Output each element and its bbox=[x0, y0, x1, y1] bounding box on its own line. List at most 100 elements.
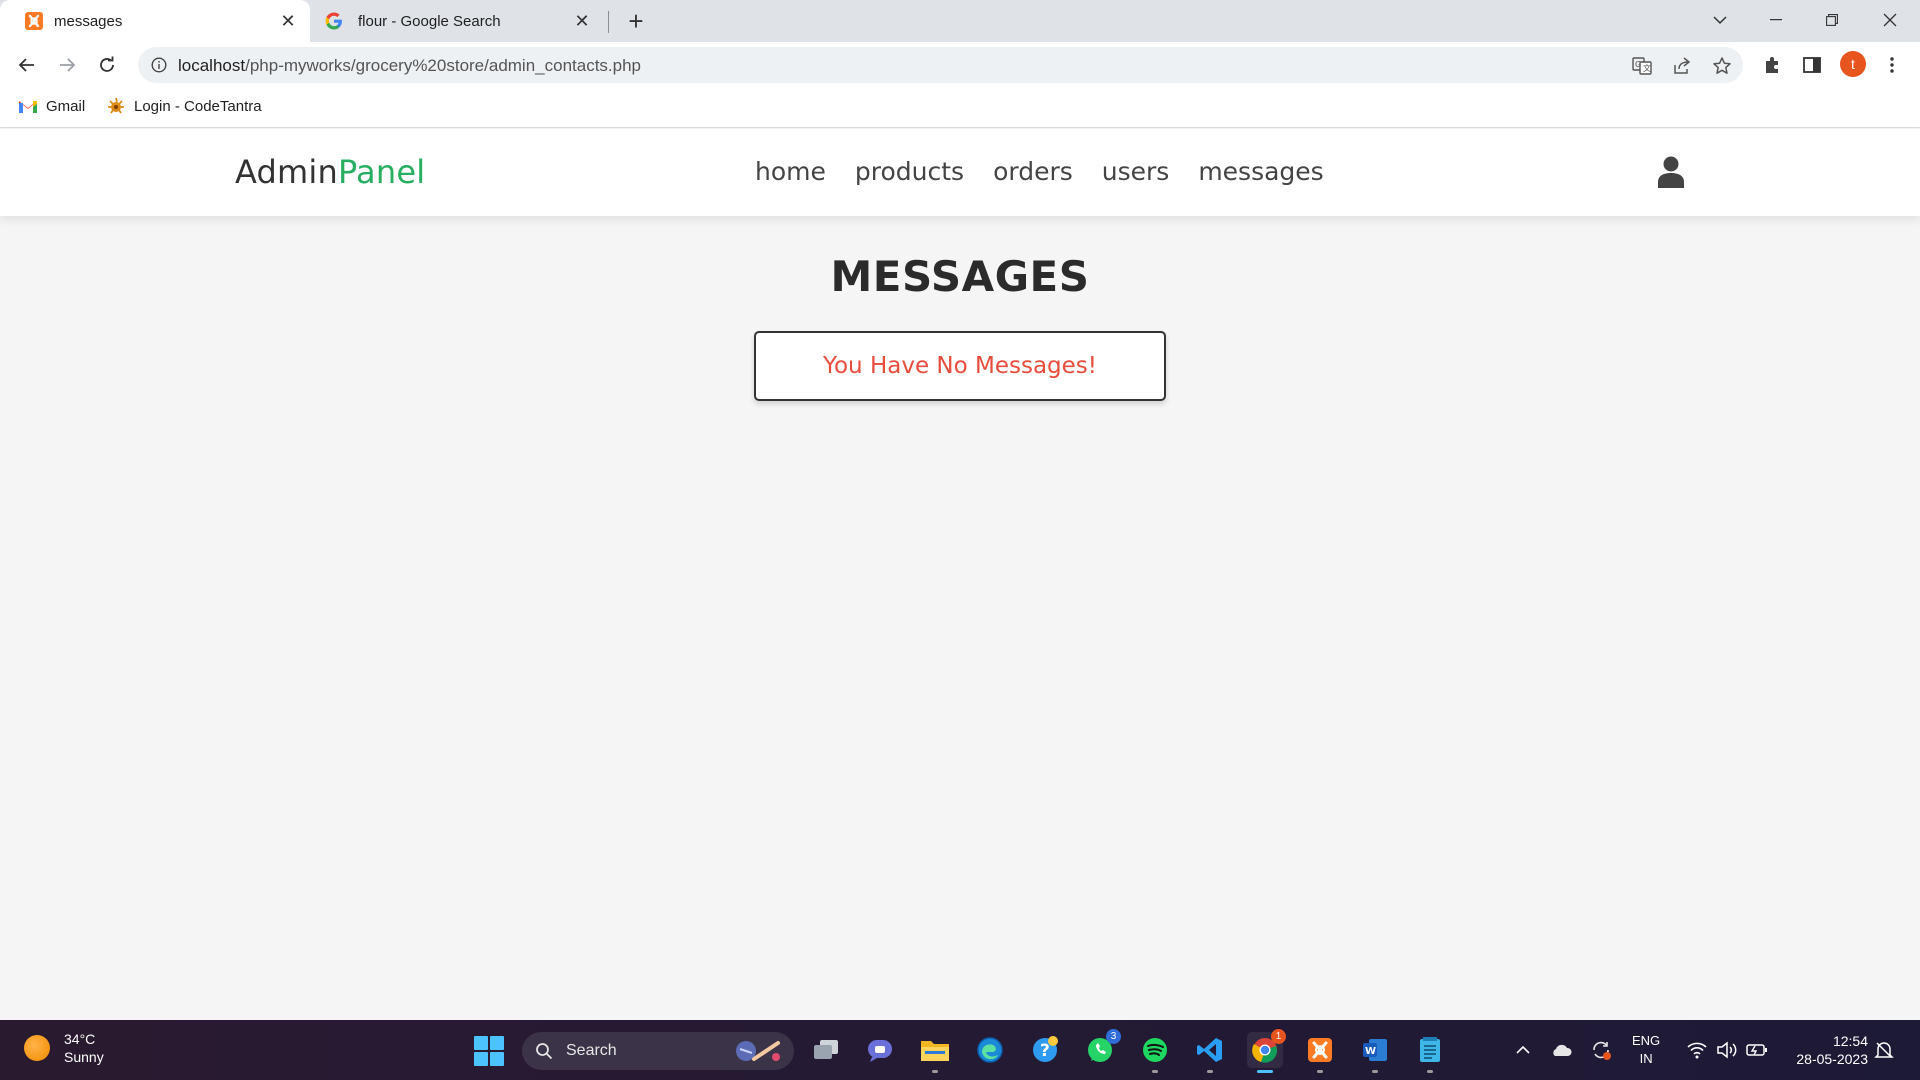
gmail-icon bbox=[18, 97, 38, 115]
clock-date: 28-05-2023 bbox=[1796, 1051, 1868, 1067]
xampp-icon[interactable] bbox=[1302, 1032, 1338, 1073]
logo-accent-text: Panel bbox=[337, 153, 426, 191]
svg-text:W: W bbox=[1365, 1046, 1376, 1057]
tab-search-chevron-icon[interactable] bbox=[1692, 0, 1748, 40]
chrome-badge: 1 bbox=[1271, 1029, 1286, 1044]
task-view-icon[interactable] bbox=[808, 1032, 844, 1068]
search-label: Search bbox=[566, 1042, 617, 1059]
windows-taskbar: 34°C Sunny Search ? 3 1 W ENG IN 12:54 2… bbox=[0, 1020, 1920, 1080]
user-icon[interactable] bbox=[1656, 155, 1686, 189]
site-header: AdminPanel home products orders users me… bbox=[0, 129, 1920, 216]
running-indicator bbox=[1372, 1070, 1378, 1073]
weather-temp: 34°C bbox=[64, 1031, 96, 1047]
bookmarks-bar: Gmail Login - CodeTantra bbox=[0, 88, 1920, 128]
bookmark-gmail[interactable]: Gmail bbox=[18, 97, 85, 115]
url-host: localhost bbox=[178, 56, 246, 75]
codetantra-icon bbox=[106, 97, 126, 115]
nav-home[interactable]: home bbox=[755, 157, 826, 186]
notepad-icon[interactable] bbox=[1412, 1032, 1448, 1073]
site-info-icon[interactable] bbox=[150, 56, 168, 74]
language-indicator[interactable]: ENG IN bbox=[1632, 1032, 1660, 1068]
back-arrow-icon[interactable] bbox=[12, 50, 42, 80]
browser-toolbar: localhost/php-myworks/grocery%20store/ad… bbox=[0, 42, 1920, 88]
translate-icon[interactable]: 文G bbox=[1631, 55, 1653, 77]
volume-icon[interactable] bbox=[1715, 1038, 1739, 1062]
nav-messages[interactable]: messages bbox=[1198, 157, 1323, 186]
nav-products[interactable]: products bbox=[855, 157, 964, 186]
bookmark-label: Login - CodeTantra bbox=[134, 97, 262, 115]
minimize-button[interactable] bbox=[1748, 0, 1804, 40]
windows-start-icon[interactable] bbox=[474, 1036, 504, 1066]
onedrive-cloud-icon[interactable] bbox=[1549, 1038, 1573, 1062]
bookmark-codetantra[interactable]: Login - CodeTantra bbox=[106, 97, 262, 115]
close-icon[interactable]: ✕ bbox=[568, 7, 596, 35]
logo-main-text: Admin bbox=[235, 153, 338, 191]
url-path: /php-myworks/grocery%20store/admin_conta… bbox=[245, 56, 642, 75]
edge-icon[interactable] bbox=[972, 1032, 1008, 1068]
running-indicator bbox=[932, 1070, 938, 1073]
nav-users[interactable]: users bbox=[1102, 157, 1170, 186]
address-bar[interactable]: localhost/php-myworks/grocery%20store/ad… bbox=[138, 47, 1743, 83]
new-tab-button[interactable]: + bbox=[622, 6, 650, 36]
profile-avatar[interactable]: t bbox=[1840, 51, 1866, 77]
search-icon bbox=[534, 1041, 554, 1061]
url-text: localhost/php-myworks/grocery%20store/ad… bbox=[178, 56, 641, 76]
share-icon[interactable] bbox=[1671, 55, 1693, 77]
file-explorer-icon[interactable] bbox=[917, 1032, 953, 1073]
spotify-icon[interactable] bbox=[1137, 1032, 1173, 1073]
sync-icon[interactable] bbox=[1589, 1038, 1613, 1062]
forward-arrow-icon[interactable] bbox=[52, 50, 82, 80]
lang-line2: IN bbox=[1639, 1051, 1653, 1066]
page-title: MESSAGES bbox=[830, 252, 1090, 301]
weather-widget[interactable]: 34°C Sunny bbox=[24, 1030, 104, 1066]
running-indicator bbox=[1207, 1070, 1213, 1073]
browser-tabstrip: messages ✕ flour - Google Search ✕ + bbox=[0, 0, 1920, 42]
battery-icon[interactable] bbox=[1745, 1038, 1769, 1062]
search-highlight-icon bbox=[736, 1041, 780, 1061]
tab-label: flour - Google Search bbox=[358, 12, 501, 30]
whatsapp-badge: 3 bbox=[1106, 1029, 1121, 1044]
weather-desc: Sunny bbox=[64, 1049, 104, 1065]
running-indicator bbox=[1317, 1070, 1323, 1073]
help-app-icon[interactable]: ? bbox=[1027, 1032, 1063, 1068]
empty-messages-box: You Have No Messages! bbox=[754, 331, 1166, 401]
word-icon[interactable]: W bbox=[1357, 1032, 1393, 1073]
main-nav: home products orders users messages bbox=[755, 157, 1353, 186]
svg-text:文: 文 bbox=[1643, 63, 1651, 73]
chrome-icon[interactable]: 1 bbox=[1247, 1029, 1286, 1073]
bookmark-label: Gmail bbox=[46, 97, 86, 115]
restore-button[interactable] bbox=[1804, 0, 1860, 40]
extensions-icon[interactable] bbox=[1760, 53, 1784, 77]
admin-panel-logo[interactable]: AdminPanel bbox=[235, 153, 425, 191]
nav-orders[interactable]: orders bbox=[993, 157, 1073, 186]
close-window-button[interactable] bbox=[1862, 0, 1918, 40]
reload-icon[interactable] bbox=[92, 50, 122, 80]
svg-text:?: ? bbox=[1040, 1041, 1050, 1061]
xampp-icon bbox=[24, 11, 44, 31]
svg-text:G: G bbox=[1635, 60, 1641, 69]
running-indicator bbox=[1152, 1070, 1158, 1073]
bookmark-star-icon[interactable] bbox=[1711, 55, 1733, 77]
chevron-up-icon[interactable] bbox=[1511, 1038, 1535, 1062]
google-icon bbox=[324, 11, 344, 31]
system-clock[interactable]: 12:54 28-05-2023 bbox=[1780, 1032, 1868, 1068]
notification-icon[interactable] bbox=[1872, 1038, 1896, 1062]
wifi-icon[interactable] bbox=[1685, 1038, 1709, 1062]
running-indicator bbox=[1427, 1070, 1433, 1073]
sun-icon bbox=[24, 1035, 50, 1061]
running-indicator bbox=[1257, 1070, 1273, 1073]
more-menu-icon[interactable] bbox=[1880, 53, 1904, 77]
empty-messages-text: You Have No Messages! bbox=[822, 353, 1097, 379]
teams-chat-icon[interactable] bbox=[862, 1032, 898, 1068]
tab-divider bbox=[608, 11, 609, 33]
side-panel-icon[interactable] bbox=[1800, 53, 1824, 77]
taskbar-search[interactable]: Search bbox=[522, 1032, 794, 1070]
close-icon[interactable]: ✕ bbox=[274, 7, 302, 35]
tab-google-search[interactable]: flour - Google Search ✕ bbox=[312, 0, 604, 42]
clock-time: 12:54 bbox=[1832, 1033, 1868, 1049]
lang-line1: ENG bbox=[1632, 1033, 1661, 1048]
tab-messages[interactable]: messages ✕ bbox=[0, 0, 310, 42]
tab-label: messages bbox=[54, 12, 123, 30]
vscode-icon[interactable] bbox=[1192, 1032, 1228, 1073]
whatsapp-icon[interactable]: 3 bbox=[1082, 1029, 1121, 1068]
